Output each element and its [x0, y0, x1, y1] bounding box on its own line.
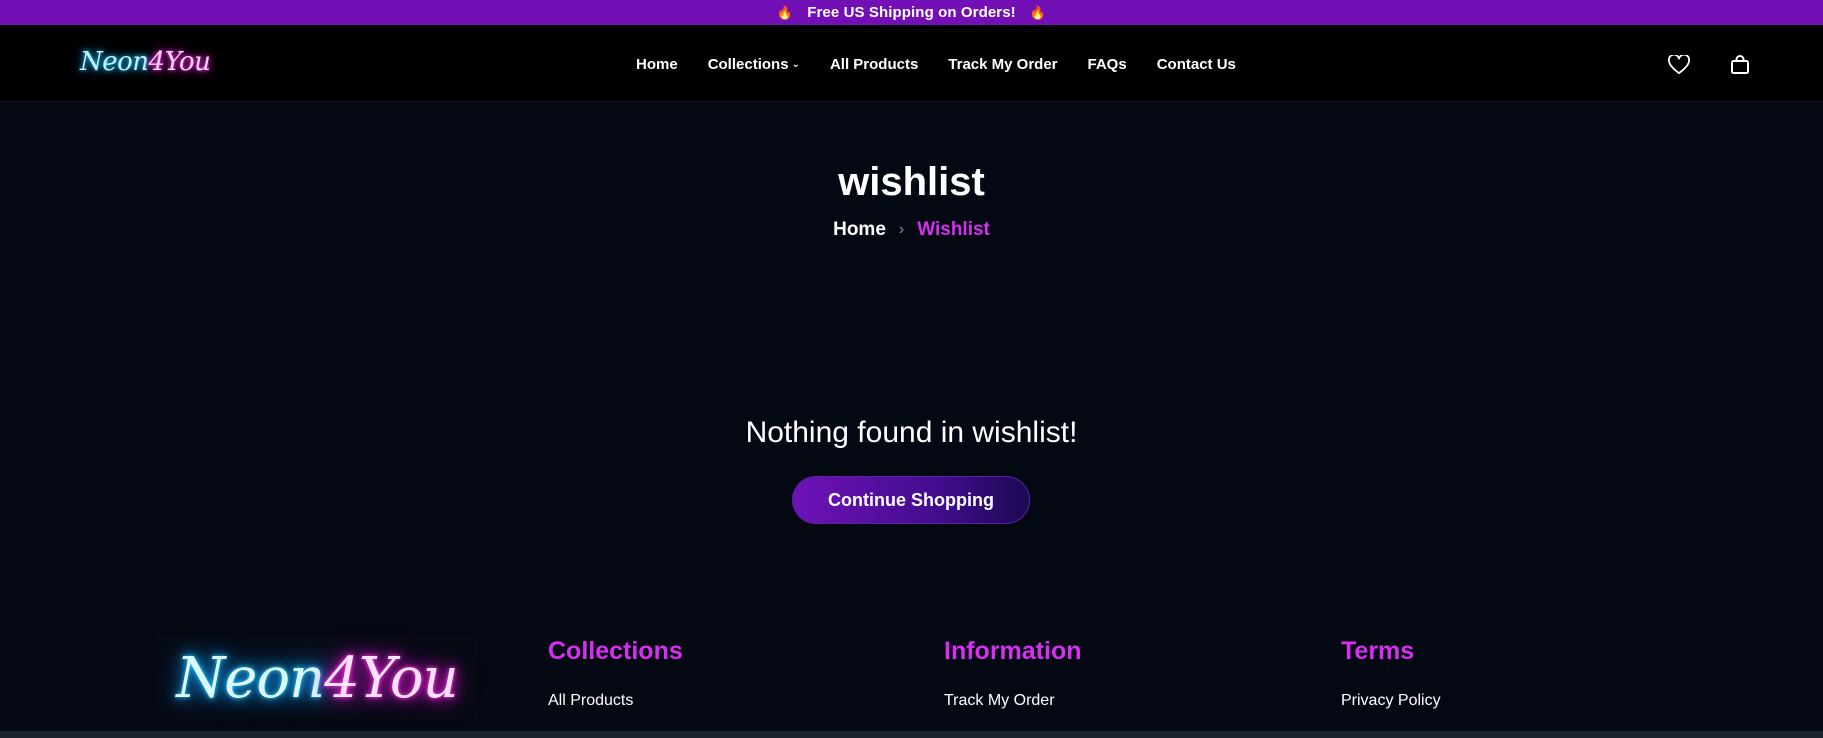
nav-home[interactable]: Home	[636, 56, 678, 73]
site-header: Neon4You Home Collections ⌄ All Products …	[0, 25, 1823, 102]
shopping-bag-icon[interactable]	[1727, 52, 1753, 78]
footer-logo[interactable]: Neon 4You	[156, 636, 478, 720]
announcement-bar: 🔥 Free US Shipping on Orders! 🔥	[0, 0, 1823, 25]
nav-faqs[interactable]: FAQs	[1088, 56, 1127, 73]
footer-column-collections: Collections All Products	[548, 637, 683, 710]
footer-heading: Collections	[548, 637, 683, 665]
breadcrumb-home[interactable]: Home	[833, 219, 886, 241]
nav-track-my-order[interactable]: Track My Order	[948, 56, 1057, 73]
bottom-strip	[0, 731, 1823, 738]
fire-icon: 🔥	[1029, 4, 1047, 20]
fire-icon: 🔥	[776, 4, 794, 20]
breadcrumb-current: Wishlist	[917, 219, 990, 240]
nav-contact-us[interactable]: Contact Us	[1157, 56, 1236, 73]
heart-icon[interactable]	[1666, 52, 1692, 78]
nav-all-products[interactable]: All Products	[830, 56, 918, 73]
continue-shopping-button[interactable]: Continue Shopping	[792, 476, 1030, 524]
nav-collections[interactable]: Collections ⌄	[708, 56, 800, 73]
footer-heading: Information	[944, 637, 1082, 665]
empty-wishlist-message: Nothing found in wishlist!	[745, 416, 1078, 449]
footer-link-track-my-order[interactable]: Track My Order	[944, 692, 1082, 710]
footer-column-information: Information Track My Order	[944, 637, 1082, 710]
footer-heading: Terms	[1341, 637, 1415, 665]
footer-link-all-products[interactable]: All Products	[548, 692, 683, 710]
main-nav: Home Collections ⌄ All Products Track My …	[636, 51, 1266, 77]
breadcrumb-separator: ›	[898, 221, 905, 238]
chevron-down-icon: ⌄	[791, 58, 800, 70]
footer-link-privacy-policy[interactable]: Privacy Policy	[1341, 692, 1441, 710]
footer-column-terms: Terms Privacy Policy	[1341, 637, 1441, 710]
site-logo[interactable]: Neon4You	[80, 47, 211, 77]
announcement-text: Free US Shipping on Orders!	[807, 4, 1016, 21]
page-title: wishlist	[838, 160, 985, 204]
breadcrumb: Home › Wishlist	[0, 219, 1823, 241]
